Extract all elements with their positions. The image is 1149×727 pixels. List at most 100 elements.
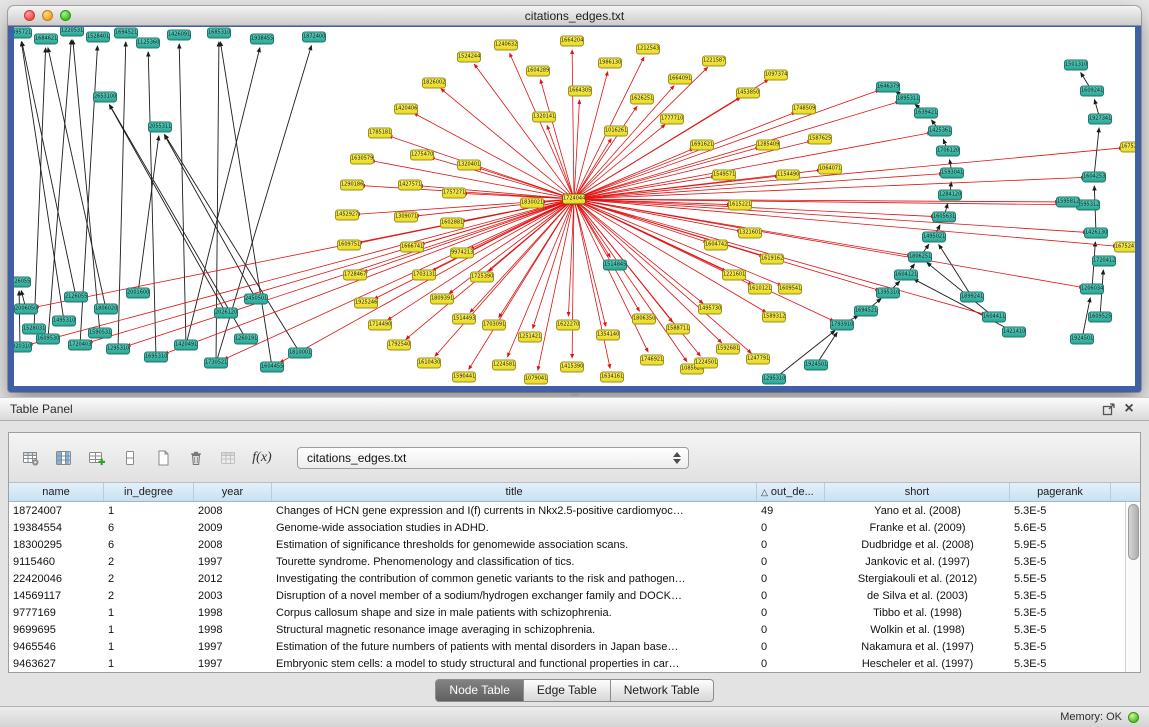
graph-node[interactable]: 19252461 [354,298,378,309]
graph-node[interactable]: 12901861 [340,180,364,191]
graph-node[interactable]: 18992413 [960,292,984,303]
network-canvas[interactable]: 1724044 15242446 12406327 16042898 16642044 1… [14,27,1135,386]
graph-node[interactable]: 14261305 [1084,228,1108,239]
table-row[interactable]: 969969511998Structural magnetic resonanc… [9,621,1125,638]
tab-node-table[interactable]: Node Table [435,679,524,702]
graph-node[interactable]: 12245810 [492,360,516,371]
graph-node[interactable]: 12601913 [234,334,258,345]
new-table-button[interactable] [149,444,177,472]
graph-node[interactable]: 16047427 [704,240,728,251]
graph-node[interactable]: 20261205 [214,308,238,319]
vertical-scrollbar[interactable] [1125,502,1140,672]
graph-node[interactable]: 14275712 [398,180,422,191]
graph-node[interactable]: 13201410 [532,112,556,123]
graph-node[interactable]: 16752412 [1114,242,1135,253]
table-row[interactable]: 946362711997Embryonic stem cells: a mode… [9,655,1125,672]
graph-node[interactable]: 12060341 [1080,284,1104,295]
graph-node[interactable]: 12406327 [494,40,518,51]
graph-node[interactable]: 16104307 [417,358,441,369]
graph-node[interactable]: 18724007 [302,32,326,43]
graph-node[interactable]: 18093914 [430,294,454,305]
graph-node[interactable]: 16044553 [260,362,284,373]
graph-node[interactable]: 20553110 [148,122,172,133]
graph-node[interactable]: 16152212 [728,200,752,211]
graph-node[interactable]: 17204122 [1092,256,1116,267]
graph-node[interactable]: 17305210 [204,358,228,369]
graph-node[interactable]: 16056310 [932,212,956,223]
graph-node[interactable]: 15242446 [457,52,481,63]
graph-node[interactable]: 16191627 [760,254,784,265]
table-row[interactable]: 911546021997Tourette syndrome. Phenomeno… [9,553,1125,570]
graph-node[interactable]: 15926814 [716,344,740,355]
table-row[interactable]: 1830029562008Estimation of significance … [9,536,1125,553]
graph-node[interactable]: 12215870 [702,56,726,67]
table-selector-dropdown[interactable]: citations_edges.txt [297,447,689,469]
graph-node[interactable]: 17777109 [660,114,684,125]
graph-node[interactable]: 15144937 [452,314,476,325]
create-column-button[interactable] [83,444,111,472]
graph-node[interactable]: 18260022 [422,78,446,89]
table-settings-button[interactable] [17,444,45,472]
graph-node[interactable]: 14253610 [928,126,952,137]
graph-node[interactable]: 17144907 [368,320,392,331]
graph-node[interactable]: 15930412 [940,168,964,179]
graph-node[interactable]: 17939107 [830,320,854,331]
graph-node[interactable]: 16041210 [894,270,918,281]
graph-node[interactable]: 17469212 [640,355,664,366]
graph-node[interactable]: 16044110 [982,312,1006,323]
graph-node[interactable]: 16097512 [337,240,361,251]
graph-node[interactable]: 16042898 [526,66,550,77]
graph-node[interactable]: 13216010 [738,228,762,239]
graph-node[interactable]: 13953104 [876,288,900,299]
graph-node[interactable]: 12205317 [60,27,84,37]
graph-node[interactable]: 16643056 [568,86,592,97]
graph-node[interactable]: 14957309 [698,304,722,315]
graph-node[interactable]: 18060203 [94,304,118,315]
graph-node[interactable]: 14214104 [1002,327,1026,338]
graph-node[interactable]: 11544907 [776,170,800,181]
column-header-name[interactable]: name [9,483,104,501]
graph-node[interactable]: 12841205 [938,190,962,201]
graph-node[interactable]: 20016009 [126,288,150,299]
graph-node[interactable]: 12477910 [746,354,770,365]
graph-node[interactable]: 12854093 [756,140,780,151]
graph-node[interactable]: 16394213 [914,108,938,119]
graph-node-hub[interactable]: 1724044 [562,194,586,205]
graph-node[interactable]: 10973743 [764,70,788,81]
delete-table-button[interactable] [182,444,210,472]
graph-node[interactable]: 16095253 [1088,312,1112,323]
graph-node[interactable]: 16262513 [630,94,654,105]
column-header-short[interactable]: short [825,483,1010,501]
graph-node[interactable]: 15887112 [666,324,690,335]
graph-node[interactable]: 14953107 [52,316,76,327]
graph-node[interactable]: 18100013 [288,348,312,359]
graph-node[interactable]: 16945212 [854,306,878,317]
graph-node[interactable]: 16095304 [36,334,60,345]
graph-node[interactable]: 16953107 [144,352,168,363]
graph-node[interactable]: 16945210 [114,28,138,39]
graph-node[interactable]: 16642044 [560,36,584,47]
tab-edge-table[interactable]: Edge Table [524,679,611,702]
graph-node[interactable]: 17485093 [792,104,816,115]
graph-node[interactable]: 15958127 [1056,197,1080,208]
graph-node[interactable]: 17925403 [387,340,411,351]
graph-node[interactable]: 12514213 [518,332,542,343]
select-columns-button[interactable] [50,444,78,472]
import-table-button[interactable] [215,444,243,472]
graph-node[interactable]: 24505012 [244,294,268,305]
graph-node[interactable]: 15013104 [1064,60,1088,71]
graph-node[interactable]: 17030918 [482,320,506,331]
graph-node[interactable]: 16101214 [748,284,772,295]
graph-node[interactable]: 16222705 [556,320,580,331]
column-header-year[interactable]: year [194,483,272,501]
graph-node[interactable]: 12754702 [410,150,434,161]
graph-node[interactable]: 12953107 [106,344,130,355]
column-header-in_degree[interactable]: in_degree [104,483,194,501]
table-row[interactable]: 1456911722003Disruption of a novel membe… [9,587,1125,604]
graph-node[interactable]: 18062513 [908,252,932,263]
graph-node[interactable]: 14950217 [922,232,946,243]
graph-node[interactable]: 16846213 [34,34,58,45]
graph-node[interactable]: 15876257 [808,134,832,145]
graph-node[interactable]: 14204067 [394,104,418,115]
graph-node[interactable]: 17204035 [68,340,92,351]
